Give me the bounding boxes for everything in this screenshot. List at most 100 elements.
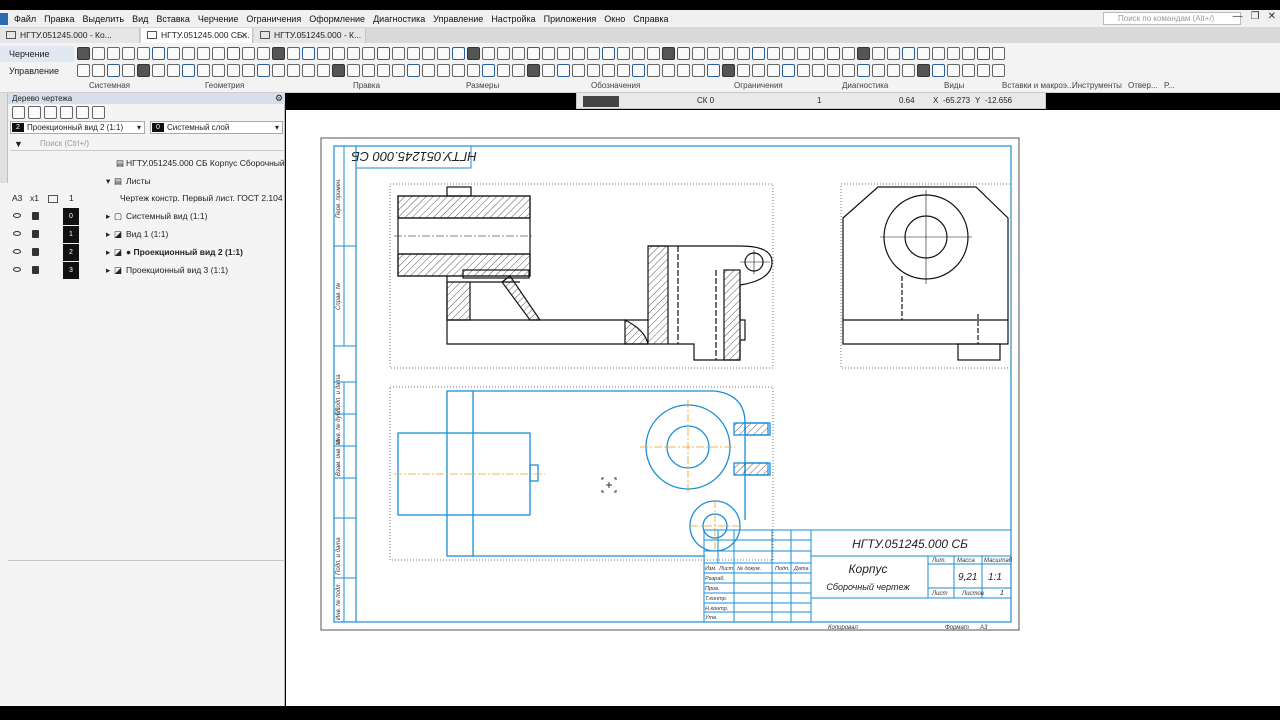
visibility-eye-icon[interactable] (13, 267, 21, 272)
app-logo-icon[interactable] (0, 12, 8, 25)
ribbon-tool-icon[interactable] (737, 47, 750, 60)
ribbon-tool-icon[interactable] (317, 64, 330, 77)
ribbon-tool-icon[interactable] (212, 47, 225, 60)
ribbon-tool-icon[interactable] (212, 64, 225, 77)
expand-icon[interactable]: ▸ (106, 247, 110, 258)
ribbon-tool-icon[interactable] (182, 64, 195, 77)
mode-manage[interactable]: Управление (0, 63, 74, 79)
close-icon[interactable]: ✕ (1268, 11, 1276, 22)
ribbon-tool-icon[interactable] (287, 64, 300, 77)
expand-icon[interactable]: ▸ (106, 229, 110, 240)
ribbon-tool-icon[interactable] (542, 64, 555, 77)
tree-view-icon[interactable] (12, 106, 25, 119)
ribbon-tool-icon[interactable] (77, 64, 90, 77)
tree-group-icon[interactable] (44, 106, 57, 119)
ribbon-tool-icon[interactable] (167, 47, 180, 60)
menu-select[interactable]: Выделить (79, 14, 129, 24)
ribbon-tool-icon[interactable] (527, 47, 540, 60)
ribbon-tool-icon[interactable] (437, 64, 450, 77)
ribbon-tool-icon[interactable] (482, 47, 495, 60)
layer-style-select[interactable]: СК 0 (697, 96, 714, 105)
close-tab-icon[interactable]: ✕ (241, 28, 248, 42)
ribbon-tool-icon[interactable] (107, 47, 120, 60)
ribbon-tool-icon[interactable] (602, 64, 615, 77)
ribbon-tool-icon[interactable] (452, 64, 465, 77)
ribbon-tool-icon[interactable] (917, 64, 930, 77)
ribbon-tool-icon[interactable] (527, 64, 540, 77)
panel-settings-icon[interactable]: ⚙ (275, 93, 283, 104)
ribbon-tool-icon[interactable] (977, 47, 990, 60)
tab-document-3[interactable]: НГТУ.051245.000 - К... (254, 28, 366, 43)
ribbon-tool-icon[interactable] (977, 64, 990, 77)
expand-icon[interactable]: ▸ (106, 211, 110, 222)
ribbon-tool-icon[interactable] (722, 64, 735, 77)
ribbon-tool-icon[interactable] (242, 64, 255, 77)
ribbon-tool-icon[interactable] (797, 47, 810, 60)
menu-help[interactable]: Справка (629, 14, 672, 24)
ribbon-tool-icon[interactable] (92, 47, 105, 60)
ribbon-tool-icon[interactable] (437, 47, 450, 60)
ribbon-tool-icon[interactable] (302, 47, 315, 60)
tree-options-icon[interactable] (92, 106, 105, 119)
ribbon-tool-icon[interactable] (422, 64, 435, 77)
ribbon-tool-icon[interactable] (482, 64, 495, 77)
ribbon-tool-icon[interactable] (902, 47, 915, 60)
layer-select[interactable]: 0 Системный слой ▾ (150, 121, 283, 134)
ribbon-tool-icon[interactable] (107, 64, 120, 77)
ribbon-tool-icon[interactable] (497, 47, 510, 60)
tree-view-row[interactable]: 0 ▸ ▢ Системный вид (1:1) (8, 208, 285, 225)
tree-filter-icon[interactable] (28, 106, 41, 119)
ribbon-tool-icon[interactable] (722, 47, 735, 60)
ribbon-tool-icon[interactable] (812, 47, 825, 60)
ribbon-tool-icon[interactable] (842, 47, 855, 60)
ribbon-tool-icon[interactable] (407, 64, 420, 77)
ribbon-tool-icon[interactable] (617, 64, 630, 77)
ribbon-tool-icon[interactable] (782, 64, 795, 77)
lock-icon[interactable] (32, 212, 39, 220)
ribbon-tool-icon[interactable] (707, 47, 720, 60)
lock-icon[interactable] (32, 248, 39, 256)
restore-icon[interactable]: ❐ (1251, 11, 1260, 22)
ribbon-tool-icon[interactable] (752, 47, 765, 60)
ribbon-tool-icon[interactable] (962, 47, 975, 60)
drawing-canvas[interactable]: НГТУ.051245.000 СБ Перв. примен. Справ. … (286, 110, 1280, 706)
menu-constraints[interactable]: Ограничения (242, 14, 305, 24)
mode-drawing[interactable]: Черчение (0, 46, 74, 62)
ribbon-tool-icon[interactable] (377, 64, 390, 77)
ribbon-tool-icon[interactable] (467, 64, 480, 77)
ribbon-tool-icon[interactable] (497, 64, 510, 77)
ribbon-tool-icon[interactable] (677, 47, 690, 60)
ribbon-tool-icon[interactable] (122, 64, 135, 77)
tab-document-2[interactable]: НГТУ.051245.000 СБ... ✕ (141, 28, 253, 43)
ribbon-tool-icon[interactable] (137, 64, 150, 77)
tab-document-1[interactable]: НГТУ.051245.000 - Ко... (0, 28, 140, 43)
ribbon-tool-icon[interactable] (197, 64, 210, 77)
ribbon-tool-icon[interactable] (257, 47, 270, 60)
lock-icon[interactable] (32, 266, 39, 274)
menu-insert[interactable]: Вставка (152, 14, 193, 24)
ribbon-tool-icon[interactable] (647, 47, 660, 60)
ribbon-tool-icon[interactable] (167, 64, 180, 77)
ribbon-tool-icon[interactable] (317, 47, 330, 60)
ribbon-tool-icon[interactable] (872, 47, 885, 60)
tree-view-row[interactable]: 3 ▸ ◪ Проекционный вид 3 (1:1) (8, 262, 285, 279)
ribbon-tool-icon[interactable] (302, 64, 315, 77)
ribbon-tool-icon[interactable] (332, 47, 345, 60)
ribbon-tool-icon[interactable] (122, 47, 135, 60)
zoom-value[interactable]: 0.64 (899, 96, 915, 105)
ribbon-tool-icon[interactable] (227, 47, 240, 60)
ribbon-tool-icon[interactable] (827, 64, 840, 77)
lock-icon[interactable] (32, 230, 39, 238)
ribbon-tool-icon[interactable] (272, 64, 285, 77)
ribbon-tool-icon[interactable] (767, 47, 780, 60)
ribbon-tool-icon[interactable] (737, 64, 750, 77)
menu-drawing[interactable]: Черчение (194, 14, 243, 24)
ribbon-tool-icon[interactable] (752, 64, 765, 77)
ribbon-tool-icon[interactable] (887, 47, 900, 60)
menu-view[interactable]: Вид (128, 14, 152, 24)
visibility-eye-icon[interactable] (13, 213, 21, 218)
ribbon-tool-icon[interactable] (587, 64, 600, 77)
ribbon-tool-icon[interactable] (347, 47, 360, 60)
ribbon-tool-icon[interactable] (587, 47, 600, 60)
ribbon-tool-icon[interactable] (617, 47, 630, 60)
